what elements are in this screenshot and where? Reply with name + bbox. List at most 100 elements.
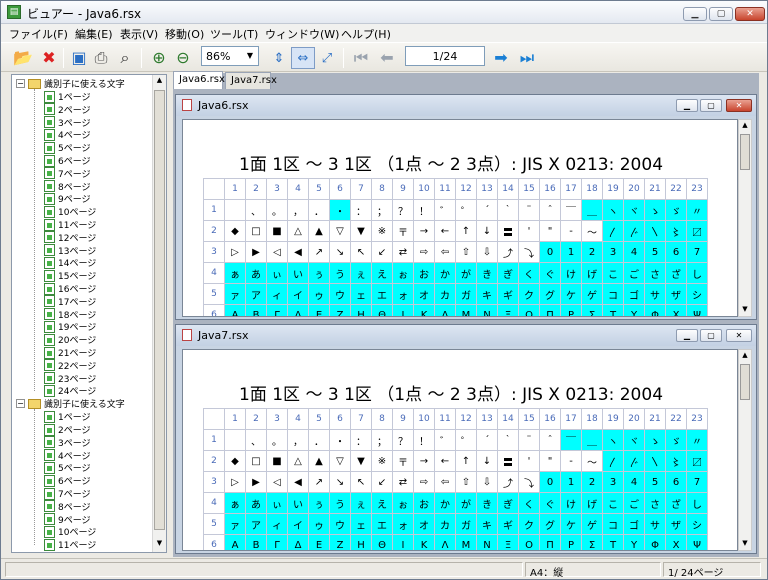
grid-cell[interactable]: ぇ (350, 492, 372, 514)
grid-cell[interactable]: ▷ (224, 471, 246, 493)
grid-cell[interactable]: ご (623, 262, 645, 284)
grid-cell[interactable]: ぎ (497, 262, 519, 284)
tree-page-item[interactable]: 20ページ (44, 333, 96, 346)
minimize-button[interactable]: ▁ (676, 329, 698, 342)
grid-cell[interactable]: 3 (602, 471, 624, 493)
grid-cell[interactable]: え (371, 262, 393, 284)
maximize-button[interactable]: ▢ (709, 7, 733, 21)
grid-cell[interactable]: ； (371, 199, 393, 221)
grid-cell[interactable]: Γ (266, 304, 288, 316)
grid-cell[interactable]: ゝ (644, 429, 666, 451)
grid-cell[interactable]: グ (539, 283, 561, 305)
maximize-button[interactable]: ▢ (700, 99, 722, 112)
grid-cell[interactable]: Σ (581, 304, 603, 316)
grid-cell[interactable]: ⇨ (413, 471, 435, 493)
print-icon[interactable]: ⎙ (89, 47, 113, 69)
grid-cell[interactable]: Λ (434, 534, 456, 550)
grid-cell[interactable]: ・ (329, 199, 351, 221)
fit-height-icon[interactable]: ⇕ (267, 47, 291, 69)
grid-cell[interactable]: 〒 (392, 450, 414, 472)
menu-view[interactable]: 表示(V) (120, 26, 158, 42)
grid-cell[interactable]: か (434, 262, 456, 284)
grid-cell[interactable]: 〒 (392, 220, 414, 242)
grid-cell[interactable]: ウ (329, 283, 351, 305)
grid-cell[interactable]: ⇩ (476, 471, 498, 493)
grid-cell[interactable]: ｀ (497, 429, 519, 451)
chevron-down-icon[interactable]: ▼ (243, 48, 257, 64)
grid-cell[interactable]: ▽ (329, 220, 351, 242)
grid-cell[interactable]: ク (518, 513, 540, 535)
grid-cell[interactable]: → (413, 450, 435, 472)
menu-move[interactable]: 移動(O) (165, 26, 204, 42)
grid-cell[interactable]: ´ (476, 429, 498, 451)
grid-cell[interactable]: オ (413, 283, 435, 305)
grid-cell[interactable]: □ (245, 450, 267, 472)
grid-cell[interactable]: い (287, 492, 309, 514)
grid-cell[interactable]: さ (644, 262, 666, 284)
close-button[interactable]: ✕ (726, 329, 752, 342)
grid-cell[interactable]: オ (413, 513, 435, 535)
collapse-icon[interactable]: − (16, 399, 25, 409)
grid-cell[interactable] (224, 429, 246, 451)
grid-cell[interactable]: あ (245, 262, 267, 284)
tree-page-item[interactable]: 1ページ (44, 90, 91, 103)
grid-cell[interactable]: ガ (455, 283, 477, 305)
tree-group[interactable]: − 識別子に使える文字 (16, 397, 125, 410)
grid-cell[interactable]: お (413, 262, 435, 284)
grid-cell[interactable]: ↘ (329, 471, 351, 493)
grid-cell[interactable]: ウ (329, 513, 351, 535)
grid-cell[interactable]: ▽ (329, 450, 351, 472)
grid-cell[interactable]: シ (686, 283, 708, 305)
grid-cell[interactable]: エ (371, 513, 393, 535)
tree-page-item[interactable]: 6ページ (44, 474, 91, 487)
grid-cell[interactable]: 〴 (623, 450, 645, 472)
grid-cell[interactable]: Ψ (686, 534, 708, 550)
document-scrollbar[interactable]: ▲ ▼ (738, 349, 752, 551)
grid-cell[interactable]: げ (581, 492, 603, 514)
grid-cell[interactable]: Μ (455, 534, 477, 550)
tree-page-item[interactable]: 18ページ (44, 308, 96, 321)
tree-page-item[interactable]: 11ページ (44, 538, 96, 551)
grid-cell[interactable]: ↙ (371, 241, 393, 263)
grid-cell[interactable]: ⇧ (455, 241, 477, 263)
grid-cell[interactable]: ◀ (287, 471, 309, 493)
grid-cell[interactable]: - (560, 220, 582, 242)
grid-cell[interactable]: Ο (518, 534, 540, 550)
grid-cell[interactable]: ↗ (308, 241, 330, 263)
grid-cell[interactable]: Γ (266, 534, 288, 550)
tree-page-item[interactable]: 21ページ (44, 346, 96, 359)
zoom-out-icon[interactable]: ⊖ (171, 47, 195, 69)
grid-cell[interactable]: ゲ (581, 513, 603, 535)
grid-cell[interactable]: サ (644, 513, 666, 535)
grid-cell[interactable]: し (686, 492, 708, 514)
grid-cell[interactable]: ↙ (371, 471, 393, 493)
grid-cell[interactable]: Θ (371, 534, 393, 550)
page-number-input[interactable]: 1/24 (405, 46, 485, 66)
grid-cell[interactable]: Ε (308, 304, 330, 316)
grid-cell[interactable]: ぃ (266, 492, 288, 514)
tree-page-item[interactable]: 11ページ (44, 218, 96, 231)
grid-cell[interactable]: 0 (539, 471, 561, 493)
zoom-select[interactable]: 86% ▼ (201, 46, 259, 66)
grid-cell[interactable]: ◆ (224, 450, 246, 472)
fit-page-icon[interactable]: ⤢ (315, 47, 339, 69)
grid-cell[interactable]: △ (287, 220, 309, 242)
close-button[interactable]: ✕ (726, 99, 752, 112)
grid-cell[interactable]: 〓 (497, 450, 519, 472)
grid-cell[interactable]: ⤴ (497, 241, 519, 263)
grid-cell[interactable]: 。 (266, 429, 288, 451)
grid-cell[interactable]: イ (287, 283, 309, 305)
grid-cell[interactable]: 。 (266, 199, 288, 221)
grid-cell[interactable]: こ (602, 262, 624, 284)
grid-cell[interactable]: ザ (665, 283, 687, 305)
grid-cell[interactable]: ⇩ (476, 241, 498, 263)
tree-page-item[interactable]: 1ページ (44, 410, 91, 423)
grid-cell[interactable]: ・ (329, 429, 351, 451)
grid-cell[interactable]: ▶ (245, 241, 267, 263)
grid-cell[interactable]: ※ (371, 220, 393, 242)
grid-cell[interactable]: Α (224, 534, 246, 550)
grid-cell[interactable]: 〻 (665, 450, 687, 472)
tree-scroll-thumb[interactable] (154, 90, 165, 530)
grid-cell[interactable]: ↓ (476, 220, 498, 242)
grid-cell[interactable]: 〃 (686, 429, 708, 451)
